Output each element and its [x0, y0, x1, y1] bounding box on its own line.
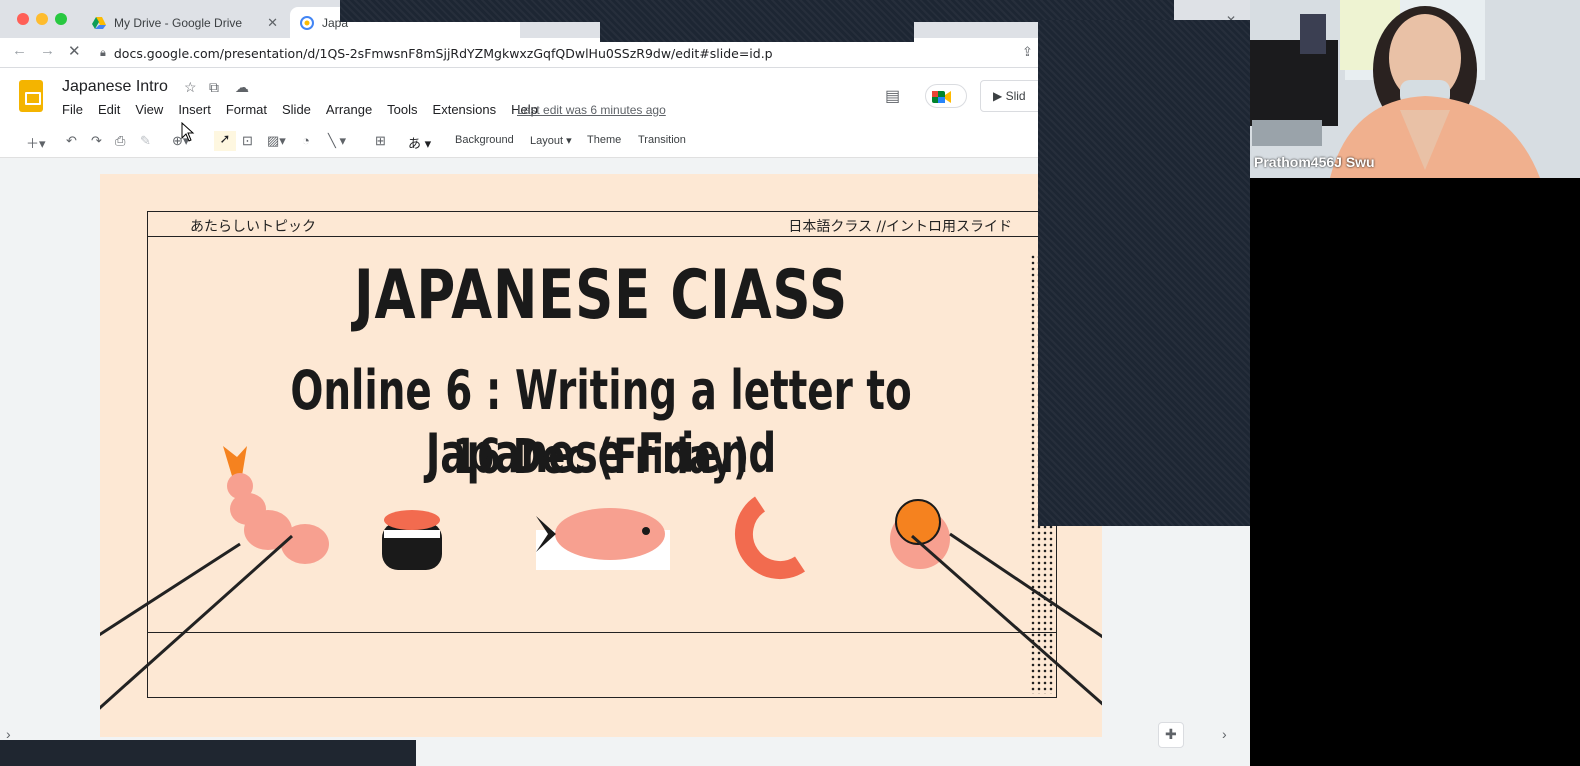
theme-button[interactable]: Theme	[587, 134, 621, 146]
black-video-area	[1250, 178, 1580, 766]
lock-icon: 🔒︎	[100, 46, 106, 59]
print-icon[interactable]: ⎙	[115, 133, 125, 149]
mouse-cursor-icon	[181, 122, 195, 142]
panel-expand-right-icon[interactable]: ›	[1222, 726, 1227, 742]
menu-arrange[interactable]: Arrange	[326, 102, 372, 117]
menu-bar: File Edit View Insert Format Slide Arran…	[62, 102, 553, 117]
overlay-bottom-left	[0, 740, 416, 766]
add-comment-button[interactable]: ✚	[1158, 722, 1184, 748]
overlay-right-panel	[1038, 20, 1250, 526]
tab-label: My Drive - Google Drive	[114, 15, 243, 30]
comment-add-icon[interactable]: ⊞	[375, 133, 386, 149]
google-slides-icon	[300, 15, 314, 30]
back-icon[interactable]: ←	[12, 42, 27, 59]
present-icon: ▶	[993, 89, 1003, 103]
text-box-icon[interactable]: ⊡	[242, 133, 253, 149]
last-edit-link[interactable]: Last edit was 6 minutes ago	[517, 103, 666, 117]
document-title[interactable]: Japanese Intro	[62, 78, 168, 96]
share-icon[interactable]: ⇪	[1022, 44, 1033, 60]
overlay-top-band	[340, 0, 1174, 22]
redo-icon[interactable]: ↷	[91, 133, 102, 149]
shape-icon[interactable]: ◔	[302, 133, 310, 148]
star-icon[interactable]: ☆	[184, 79, 197, 96]
new-slide-icon[interactable]: ＋▾	[26, 133, 46, 152]
undo-icon[interactable]: ↶	[66, 133, 77, 149]
move-folder-icon[interactable]: ⧉	[209, 79, 219, 96]
comments-icon[interactable]: ▤	[885, 86, 900, 106]
transition-button[interactable]: Transition	[638, 134, 686, 146]
close-tab-icon[interactable]: ✕	[267, 15, 278, 31]
close-window-button[interactable]	[17, 13, 29, 25]
stop-loading-icon[interactable]: ✕	[68, 42, 81, 60]
maximize-window-button[interactable]	[55, 13, 67, 25]
fish-icon	[536, 508, 670, 570]
menu-slide[interactable]: Slide	[282, 102, 311, 117]
cloud-status-icon[interactable]: ☁	[235, 79, 249, 96]
layout-button[interactable]: Layout ▾	[530, 134, 572, 147]
url-text: docs.google.com/presentation/d/1QS-2sFmw…	[113, 45, 773, 61]
tab-my-drive[interactable]: My Drive - Google Drive ✕	[82, 7, 288, 38]
image-icon[interactable]: ▨▾	[267, 133, 286, 149]
slides-logo-icon[interactable]	[19, 80, 43, 112]
participant-video[interactable]: Prathom456J Swu	[1250, 0, 1580, 178]
menu-edit[interactable]: Edit	[98, 102, 120, 117]
google-drive-icon	[92, 16, 106, 30]
select-tool-icon[interactable]: ➚	[214, 131, 236, 151]
paint-format-icon[interactable]: ✎	[140, 133, 151, 149]
menu-file[interactable]: File	[62, 102, 83, 117]
input-tools-button[interactable]: あ ▾	[408, 133, 431, 152]
sushi-illustrations	[100, 446, 1102, 710]
participant-name-label: Prathom456J Swu	[1254, 154, 1375, 170]
line-icon[interactable]: ╲ ▾	[328, 133, 346, 149]
menu-insert[interactable]: Insert	[178, 102, 211, 117]
menu-tools[interactable]: Tools	[387, 102, 417, 117]
slideshow-label: Slid	[1005, 89, 1026, 103]
background-button[interactable]: Background	[455, 134, 514, 146]
overlay-top-box	[600, 20, 914, 42]
tamago-nigiri-icon	[890, 499, 950, 569]
ikura-gunkan-icon	[382, 510, 442, 570]
menu-view[interactable]: View	[135, 102, 163, 117]
add-comment-icon: ✚	[1165, 726, 1177, 742]
video-feed-image	[1250, 0, 1580, 178]
minimize-window-button[interactable]	[36, 13, 48, 25]
url-field[interactable]: 🔒︎ docs.google.com/presentation/d/1QS-2s…	[100, 42, 1040, 64]
menu-extensions[interactable]: Extensions	[433, 102, 497, 117]
current-slide[interactable]: あたらしいトピック 日本語クラス //イントロ用スライド JAPANESE CI…	[100, 174, 1102, 737]
shrimp-icon	[734, 496, 805, 580]
meet-icon[interactable]	[925, 84, 967, 108]
screen: My Drive - Google Drive ✕ Japa ✕ ← → ✕ 🔒…	[0, 0, 1580, 766]
forward-icon[interactable]: →	[40, 42, 55, 59]
menu-format[interactable]: Format	[226, 102, 267, 117]
